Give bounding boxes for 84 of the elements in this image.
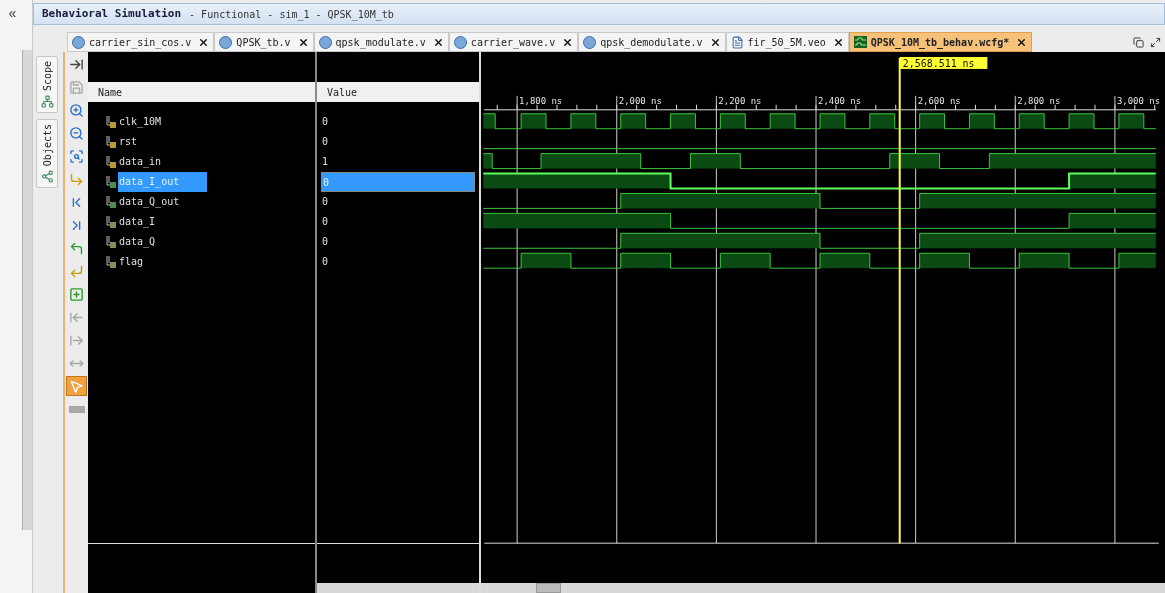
close-icon[interactable] [198, 36, 210, 48]
cursor-time-label: 2,568.511 ns [899, 57, 988, 69]
editor-tab[interactable]: carrier_wave.v [448, 32, 579, 52]
hierarchy-icon [40, 95, 54, 109]
close-icon[interactable] [832, 36, 844, 48]
toolbar-button[interactable] [66, 376, 87, 396]
scrollbar[interactable] [481, 583, 1165, 593]
signal-name[interactable]: rst [118, 132, 139, 152]
signal-value: 0 [321, 255, 330, 269]
window-title: Behavioral Simulation [42, 5, 182, 22]
bent-arrow-icon [69, 171, 84, 187]
signal-icon [106, 155, 116, 169]
signal-icon [106, 175, 116, 189]
verilog-file-icon [583, 35, 597, 49]
objects-icon [40, 170, 54, 184]
ruler-label: 2,400 ns [818, 95, 862, 106]
signal-name[interactable]: data_Q_out [118, 192, 181, 212]
ruler-label: 2,200 ns [718, 95, 762, 106]
scrollbar[interactable] [22, 50, 32, 530]
bar-icon [68, 405, 85, 413]
zoom-out-icon [69, 125, 84, 141]
ruler-label: 1,800 ns [519, 95, 563, 106]
signal-waveform[interactable] [482, 212, 1157, 229]
signal-icon [106, 195, 116, 209]
signal-name[interactable]: data_in [118, 152, 163, 172]
cursor-line[interactable] [898, 57, 901, 545]
signal-value: 1 [321, 155, 330, 169]
close-icon[interactable] [709, 36, 721, 48]
zoom-area-icon [69, 148, 84, 164]
signal-value: 0 [321, 135, 330, 149]
signal-waveform[interactable] [482, 193, 1157, 209]
zoom-in-icon [69, 102, 84, 118]
signal-value: 0 [321, 215, 330, 229]
close-icon[interactable] [1016, 36, 1028, 48]
scrollbar[interactable] [317, 583, 479, 593]
signal-name[interactable]: data_I [118, 212, 157, 232]
signal-icon [106, 255, 116, 269]
signal-icon [106, 235, 116, 249]
save-icon [69, 79, 84, 95]
bent-arrow-icon [69, 240, 84, 256]
editor-tab[interactable]: qpsk_demodulate.v [578, 32, 726, 52]
signal-waveform[interactable] [482, 113, 1157, 130]
verilog-file-icon [318, 35, 332, 49]
pointer-icon [69, 378, 84, 394]
editor-tab[interactable]: QPSK_10M_tb_behav.wcfg* [848, 32, 1033, 52]
signal-icon [106, 215, 116, 229]
signal-name[interactable]: clk_10M [118, 112, 163, 132]
editor-tab[interactable]: qpsk_modulate.v [313, 32, 449, 52]
ruler-label: 2,800 ns [1017, 95, 1061, 106]
close-icon[interactable] [562, 36, 574, 48]
signal-waveform[interactable] [482, 252, 1157, 269]
signal-icon [106, 115, 116, 129]
waveform-file-icon [853, 36, 867, 48]
signal-name[interactable]: data_Q [118, 232, 157, 252]
restore-icon[interactable] [1133, 37, 1144, 48]
collapse-button[interactable]: « [0, 0, 25, 26]
verilog-file-icon [72, 35, 85, 49]
signal-value: 0 [321, 115, 330, 129]
window-subtitle: - Functional - sim_1 - QPSK_10M_tb [189, 7, 394, 22]
signal-value: 0 [321, 195, 330, 209]
side-tab[interactable]: Objects [36, 119, 58, 189]
close-icon[interactable] [432, 36, 444, 48]
signal-icon [106, 135, 116, 149]
add-marker-icon [69, 286, 84, 302]
verilog-file-icon [219, 35, 233, 49]
editor-tab[interactable]: carrier_sin_cos.v [67, 32, 215, 52]
column-header[interactable]: Name [88, 82, 315, 102]
ruler-label: 3,000 ns [1116, 95, 1160, 106]
document-icon [730, 35, 744, 49]
editor-tab[interactable]: QPSK_tb.v [214, 32, 314, 52]
editor-tab[interactable]: fir_50_5M.veo [725, 32, 849, 52]
signal-value: 0 [321, 172, 475, 192]
bent-arrow-icon [69, 263, 84, 279]
maximize-icon[interactable] [1150, 37, 1161, 48]
close-icon[interactable] [297, 36, 309, 48]
signal-waveform[interactable] [482, 153, 1157, 170]
side-tab[interactable]: Scope [36, 56, 58, 114]
signal-value: 0 [321, 235, 330, 249]
column-header[interactable]: Value [317, 82, 479, 102]
verilog-file-icon [453, 35, 467, 49]
ruler-label: 2,600 ns [917, 95, 961, 106]
ruler-label: 2,000 ns [618, 95, 662, 106]
signal-waveform[interactable] [482, 232, 1157, 249]
signal-name[interactable]: flag [118, 252, 145, 272]
